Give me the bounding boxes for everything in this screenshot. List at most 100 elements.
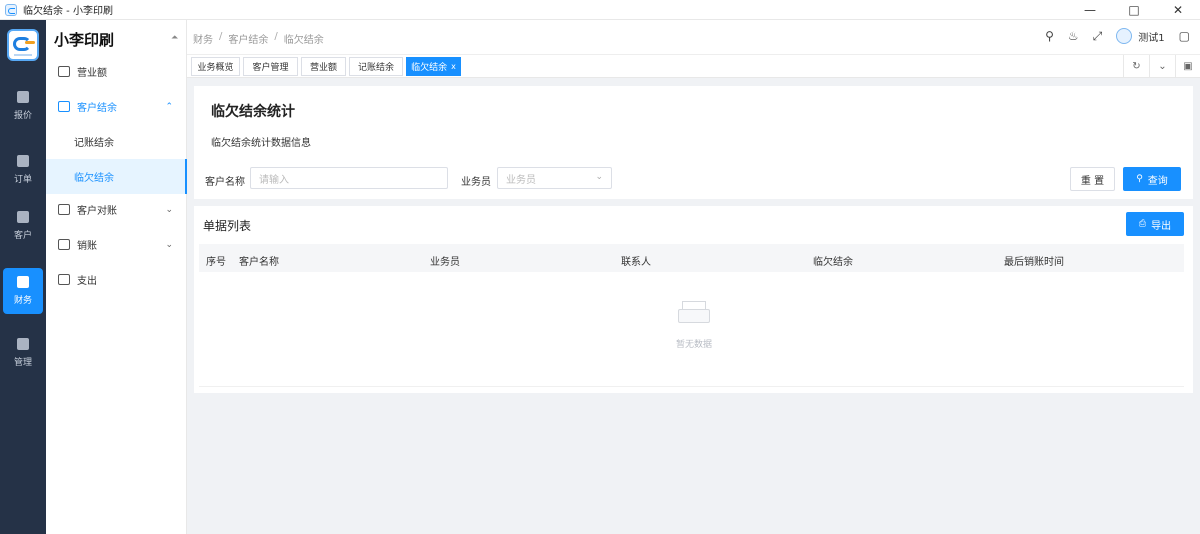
tab-account-balance[interactable]: 记账结余: [349, 57, 403, 76]
table-header: 序号 客户名称 业务员 联系人 临欠结余 最后销账时间: [199, 244, 1184, 272]
tab-label: 临欠结余: [411, 63, 448, 73]
breadcrumb-separator: /: [219, 31, 223, 42]
header-actions: ⚲ ♨ ⤢ 测试1 ▢: [1045, 28, 1190, 44]
chevron-down-icon[interactable]: ⌄: [1149, 55, 1175, 78]
chevron-down-icon: ⌄: [595, 172, 603, 182]
window-controls: — □ ✕: [1068, 0, 1200, 20]
rail-item-label: 订单: [13, 175, 32, 185]
rail-item-label: 客户: [13, 231, 32, 241]
page-description: 临欠结余统计数据信息: [211, 138, 311, 149]
pin-icon[interactable]: ⏶: [171, 33, 179, 43]
menu-item-reconcile[interactable]: 客户对账 ⌄: [46, 192, 187, 227]
calendar-icon: [17, 91, 29, 103]
menu-item-label: 销账: [77, 241, 97, 252]
submenu-item-label: 记账结余: [74, 138, 114, 149]
salesman-select[interactable]: 业务员 ⌄: [497, 167, 612, 189]
column-header: 联系人: [621, 257, 651, 268]
chart-icon: [58, 66, 70, 77]
reset-button-label: 重 置: [1080, 175, 1105, 187]
menu-item-label: 支出: [77, 276, 97, 287]
search-icon[interactable]: ⚲: [1045, 29, 1054, 43]
top-header: 财务 / 客户结余 / 临欠结余 ⚲ ♨ ⤢ 测试1 ▢: [187, 20, 1200, 55]
tab-label: 业务概览: [197, 63, 234, 73]
tab-label: 营业额: [309, 63, 337, 73]
side-menu: 小李印刷 ⏶ 营业额 客户结余 ⌃ 记账结余 临欠结余 客户对账 ⌄ 销账 ⌄ …: [46, 20, 187, 534]
bell-icon[interactable]: ♨: [1068, 29, 1079, 43]
menu-item-customer-balance[interactable]: 客户结余 ⌃: [46, 89, 187, 124]
brand-name: 小李印刷: [54, 31, 115, 49]
empty-text: 暂无数据: [675, 340, 712, 350]
table-title: 单据列表: [203, 219, 252, 233]
menu-item-label: 客户对账: [77, 206, 117, 217]
search-button[interactable]: ⚲ 查询: [1123, 167, 1181, 191]
submenu-item-temp-balance[interactable]: 临欠结余: [46, 159, 187, 194]
column-header: 最后销账时间: [1004, 257, 1064, 268]
close-icon[interactable]: ✕: [1156, 0, 1200, 20]
menu-item-label: 客户结余: [77, 103, 117, 114]
column-header: 业务员: [430, 257, 460, 268]
tab-customer-management[interactable]: 客户管理: [243, 57, 298, 76]
app-logo: [7, 29, 39, 61]
breadcrumb-separator: /: [274, 31, 278, 42]
maximize-icon[interactable]: □: [1112, 0, 1156, 20]
submenu-item-label: 临欠结余: [74, 173, 114, 184]
menu-item-writeoff[interactable]: 销账 ⌄: [46, 227, 187, 262]
window-title-bar: 临欠结余 - 小李印刷 — □ ✕: [0, 0, 1200, 20]
expense-icon: [58, 274, 70, 285]
fullscreen-icon[interactable]: ⤢: [1093, 29, 1103, 44]
chevron-down-icon: ⌄: [165, 204, 173, 215]
user-name[interactable]: 测试1: [1138, 29, 1164, 44]
rail-item-orders[interactable]: 订单: [3, 147, 43, 193]
shirt-icon[interactable]: ▢: [1179, 29, 1190, 43]
salesman-label: 业务员: [461, 177, 491, 188]
tab-revenue[interactable]: 营业额: [301, 57, 346, 76]
breadcrumb-item: 临欠结余: [283, 35, 324, 46]
user-icon: [17, 211, 29, 223]
query-card: 临欠结余统计 临欠结余统计数据信息 客户名称 请输入 业务员 业务员 ⌄ 重 置…: [194, 86, 1193, 199]
menu-item-revenue[interactable]: 营业额: [46, 54, 187, 89]
tab-business-overview[interactable]: 业务概览: [191, 57, 240, 76]
breadcrumb-item[interactable]: 财务: [193, 31, 213, 46]
app-icon: [5, 3, 17, 16]
search-button-label: 查询: [1147, 175, 1168, 187]
menu-item-expense[interactable]: 支出: [46, 262, 187, 297]
tab-close-icon[interactable]: x: [451, 62, 456, 71]
tabs-bar: 业务概览 客户管理 营业额 记账结余 临欠结余 x ↻ ⌄ ▣: [187, 55, 1200, 78]
customer-name-input[interactable]: 请输入: [250, 167, 448, 189]
balance-icon: [58, 101, 70, 112]
ledger-icon: [58, 204, 70, 215]
rail-item-customers[interactable]: 客户: [3, 203, 43, 249]
receipt-icon: [58, 239, 70, 250]
empty-box-icon: [676, 301, 712, 325]
tab-label: 记账结余: [357, 63, 394, 73]
minimize-icon[interactable]: —: [1068, 0, 1112, 20]
breadcrumb: 财务 / 客户结余 / 临欠结余: [193, 31, 324, 46]
table-divider: [199, 386, 1184, 387]
page-title: 临欠结余统计: [211, 104, 295, 120]
expand-icon[interactable]: ▣: [1175, 55, 1200, 78]
submenu-item-account-balance[interactable]: 记账结余: [46, 124, 187, 159]
column-header: 序号: [206, 257, 226, 268]
export-icon: ⎙: [1138, 219, 1147, 229]
rail-item-manage[interactable]: 管理: [3, 330, 43, 376]
menu-item-label: 营业额: [77, 68, 107, 79]
rail-item-finance[interactable]: 财务: [3, 268, 43, 314]
customer-name-label: 客户名称: [205, 177, 245, 188]
rail-item-label: 报价: [13, 111, 32, 121]
chevron-up-icon: ⌃: [165, 101, 173, 112]
rail-item-label: 财务: [13, 296, 32, 306]
app-rail: 报价 订单 客户 财务 管理: [0, 20, 46, 534]
refresh-icon[interactable]: ↻: [1123, 55, 1149, 78]
rail-item-quote[interactable]: 报价: [3, 83, 43, 129]
empty-state: 暂无数据: [664, 301, 724, 350]
column-header: 临欠结余: [813, 257, 853, 268]
export-button[interactable]: ⎙ 导出: [1126, 212, 1184, 236]
export-button-label: 导出: [1151, 220, 1172, 232]
table-card: 单据列表 ⎙ 导出 序号 客户名称 业务员 联系人 临欠结余 最后销账时间 暂无…: [194, 206, 1193, 393]
clipboard-icon: [17, 155, 29, 167]
tab-temp-balance[interactable]: 临欠结余 x: [406, 57, 461, 76]
avatar[interactable]: [1116, 28, 1133, 44]
breadcrumb-item[interactable]: 客户结余: [228, 31, 268, 46]
tab-label: 客户管理: [252, 63, 289, 73]
reset-button[interactable]: 重 置: [1070, 167, 1115, 191]
